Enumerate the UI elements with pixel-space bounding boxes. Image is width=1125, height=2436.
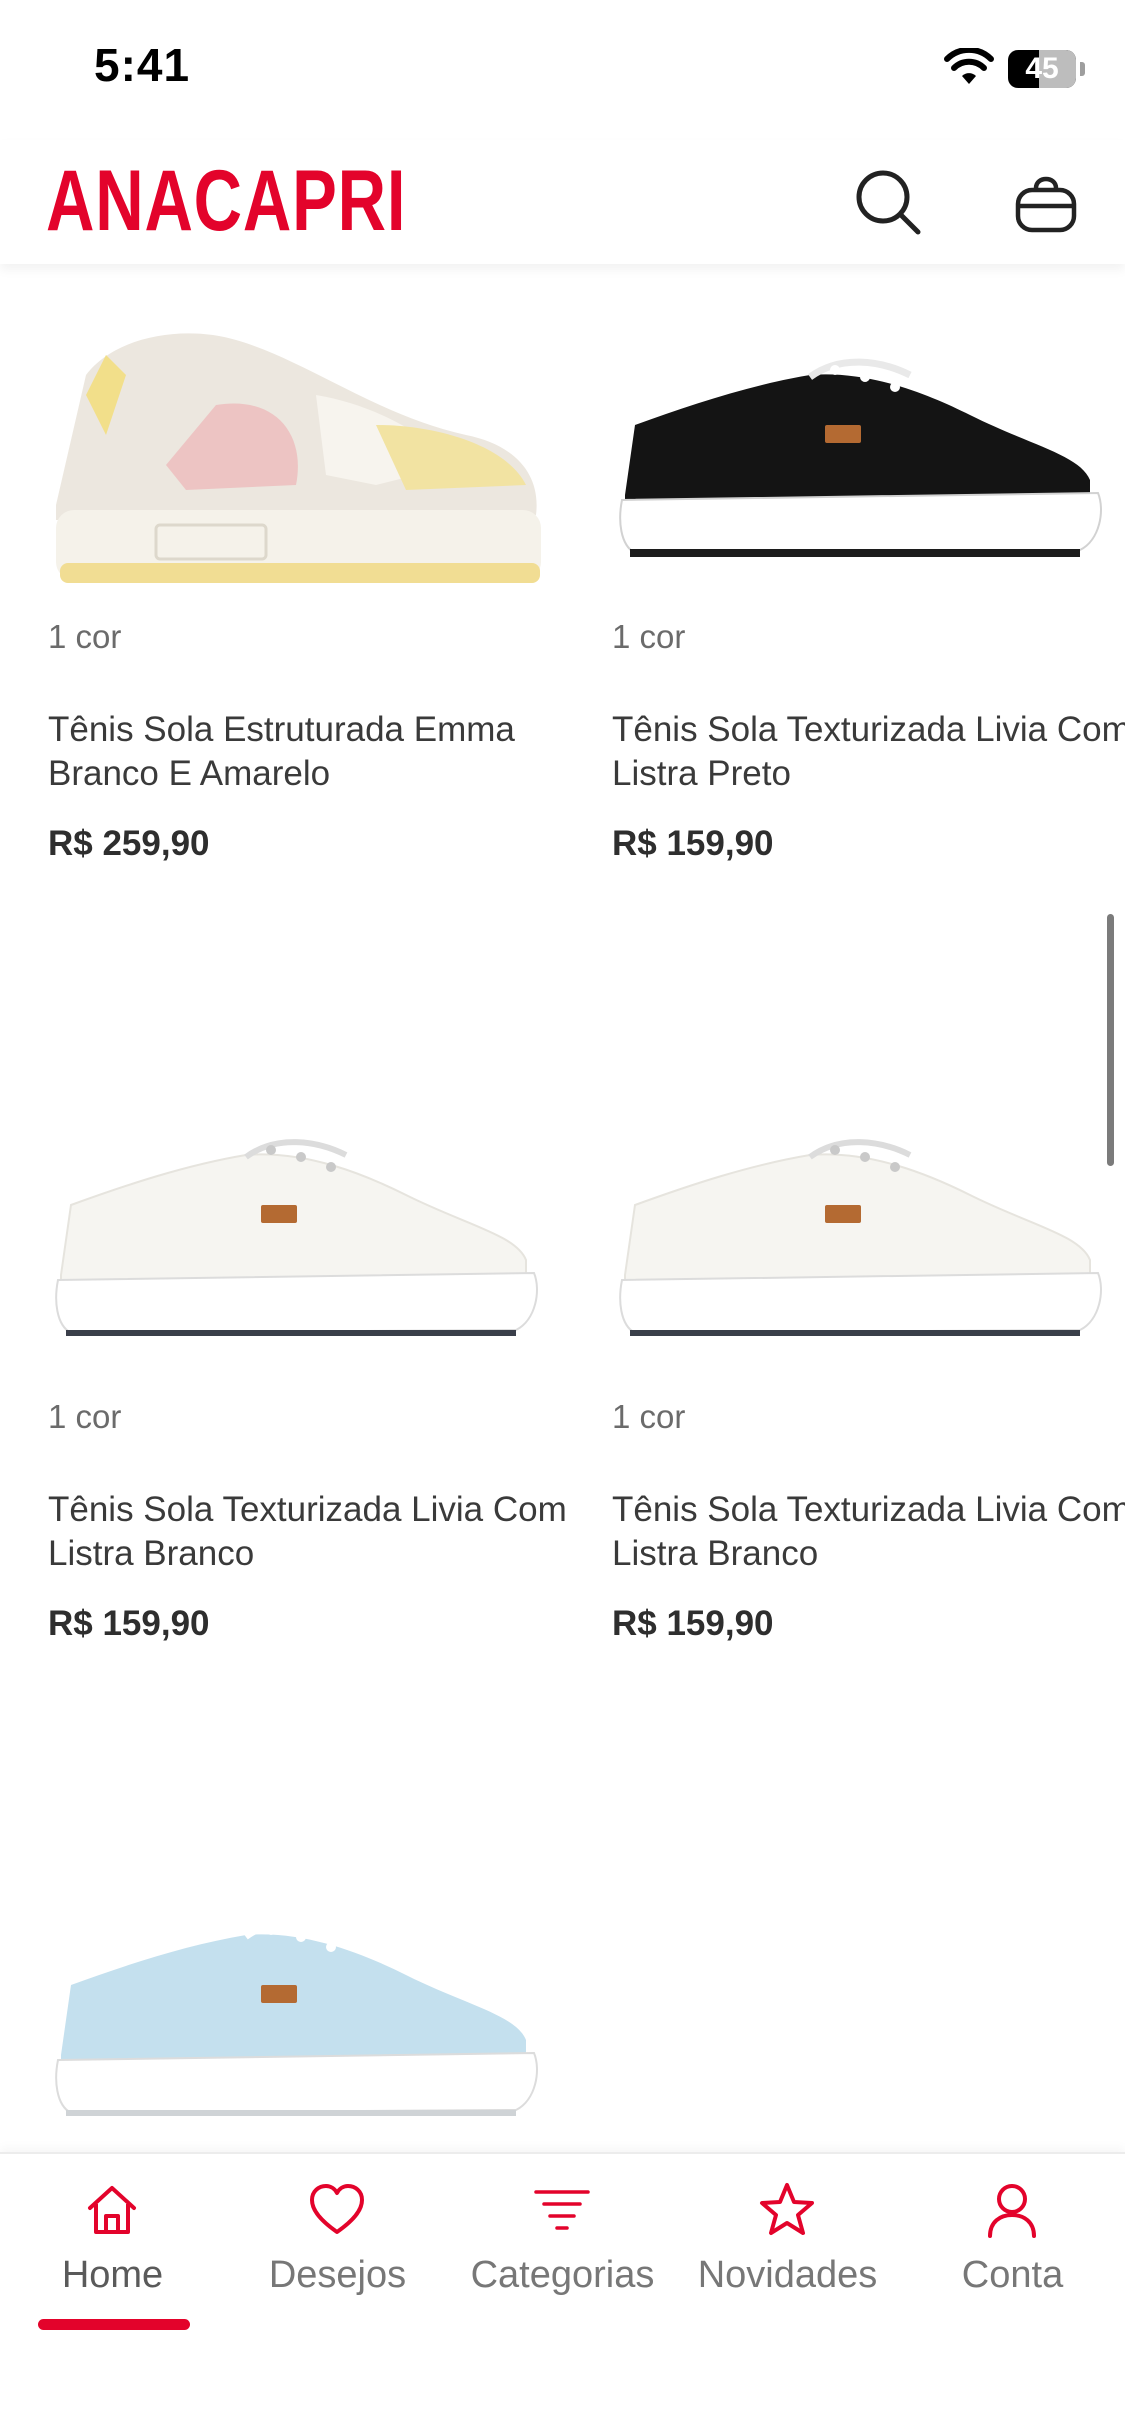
status-bar: 5:41 45 [0, 0, 1125, 140]
app-header: ANACAPRI [0, 140, 1125, 264]
product-image[interactable] [610, 1080, 1110, 1410]
user-icon [988, 2184, 1036, 2238]
battery-icon: 45 [1008, 50, 1076, 88]
product-image[interactable] [46, 1080, 546, 1410]
product-price: R$ 259,90 [48, 824, 210, 863]
tab-label: Categorias [470, 2254, 655, 2296]
product-card[interactable]: 1 cor Tênis Sola Texturizada Livia Com L… [610, 1080, 1125, 1650]
active-tab-indicator [38, 2319, 190, 2330]
wifi-icon [944, 48, 994, 84]
product-image[interactable] [610, 300, 1110, 630]
status-time: 5:41 [94, 39, 191, 91]
tab-home[interactable]: Home [0, 2154, 225, 2330]
product-name[interactable]: Tênis Sola Texturizada Livia Com Listra … [48, 1488, 568, 1576]
heart-icon [310, 2184, 364, 2234]
tab-desejos[interactable]: Desejos [225, 2154, 450, 2314]
tab-conta[interactable]: Conta [900, 2154, 1125, 2314]
product-name[interactable]: Tênis Sola Texturizada Livia Com Listra … [612, 1488, 1125, 1576]
filter-lines-icon [534, 2190, 590, 2230]
battery-tip [1080, 62, 1085, 76]
product-card[interactable]: 1 cor Tênis Sola Texturizada Livia Com L… [610, 300, 1125, 870]
battery-level: 45 [1025, 52, 1059, 85]
star-icon [760, 2183, 814, 2235]
product-color-count: 1 cor [612, 618, 686, 655]
search-icon[interactable] [852, 166, 924, 238]
product-price: R$ 159,90 [48, 1604, 210, 1643]
product-name[interactable]: Tênis Sola Estruturada Emma Branco E Ama… [48, 708, 568, 796]
product-name[interactable]: Tênis Sola Texturizada Livia Com Listra … [612, 708, 1125, 796]
tab-novidades[interactable]: Novidades [675, 2154, 900, 2314]
tab-label: Conta [961, 2254, 1064, 2296]
product-color-count: 1 cor [612, 1398, 686, 1435]
tab-label: Home [61, 2254, 164, 2296]
brand-logo[interactable]: ANACAPRI [46, 158, 406, 244]
product-card[interactable] [46, 1860, 546, 2150]
tab-label: Novidades [697, 2254, 878, 2296]
product-color-count: 1 cor [48, 618, 122, 655]
tab-categorias[interactable]: Categorias [450, 2154, 675, 2314]
product-card[interactable]: 1 cor Tênis Sola Estruturada Emma Branco… [46, 300, 546, 870]
product-card[interactable]: 1 cor Tênis Sola Texturizada Livia Com L… [46, 1080, 567, 1650]
product-color-count: 1 cor [48, 1398, 122, 1435]
bottom-tab-bar: Home Desejos Categorias Novidades Conta [0, 2152, 1125, 2436]
bag-icon[interactable] [1010, 166, 1082, 238]
product-image[interactable] [46, 300, 546, 630]
tab-label: Desejos [268, 2254, 407, 2296]
scrollbar[interactable] [1107, 914, 1114, 1166]
product-price: R$ 159,90 [612, 1604, 774, 1643]
product-price: R$ 159,90 [612, 824, 774, 863]
product-image[interactable] [46, 1860, 546, 2190]
home-icon [88, 2186, 136, 2234]
